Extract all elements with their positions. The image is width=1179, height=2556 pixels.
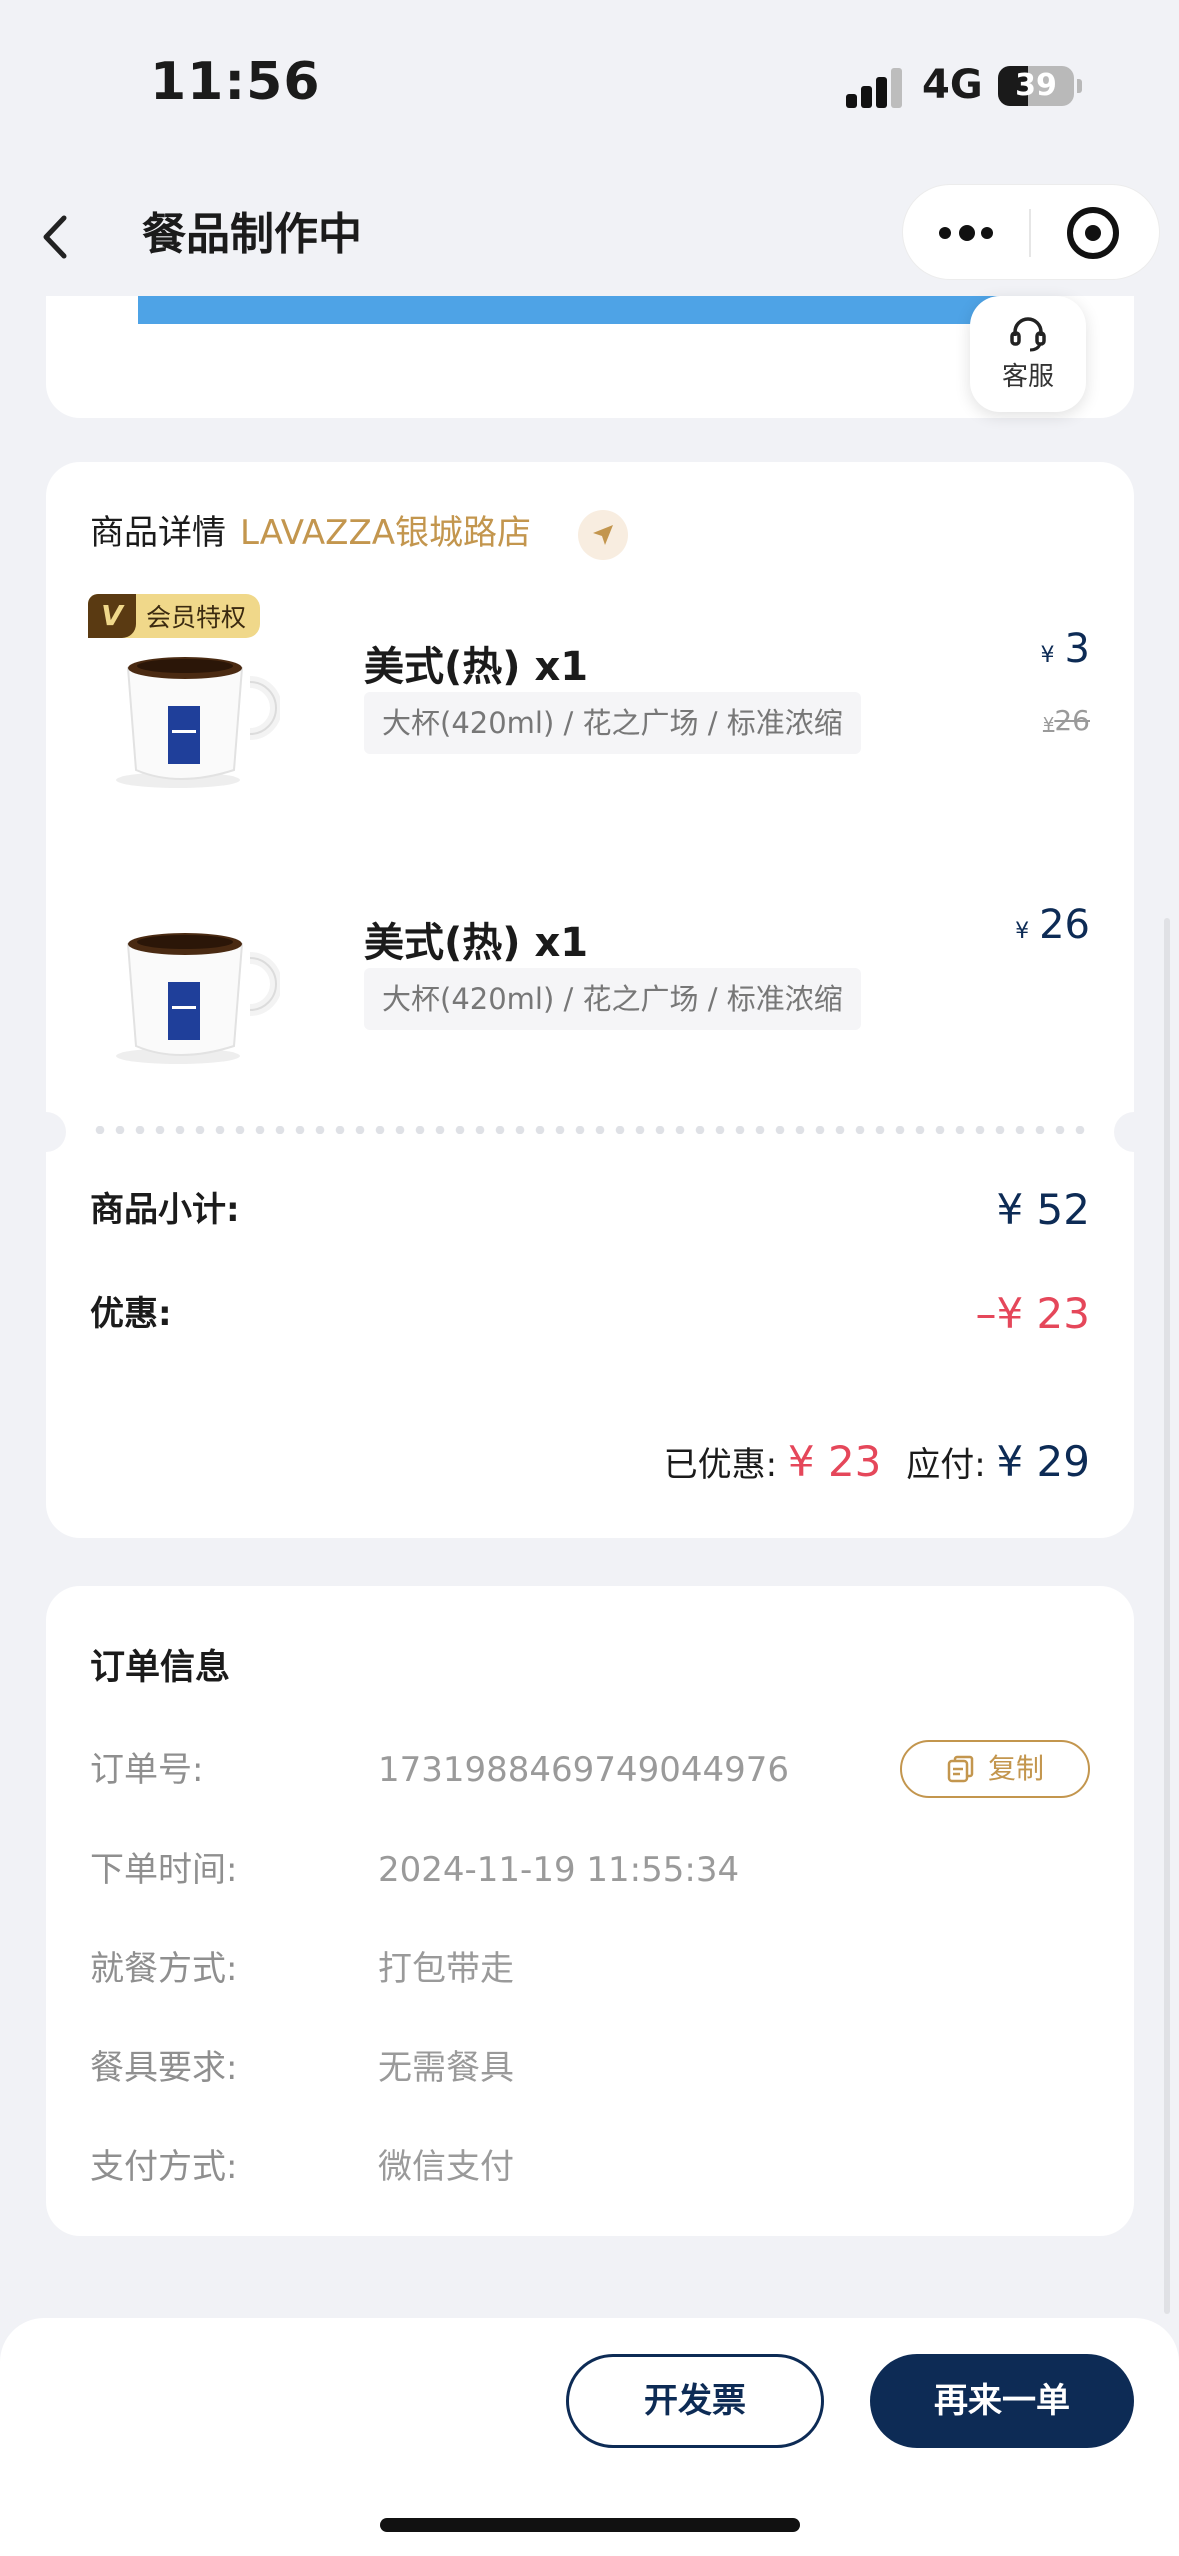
miniprogram-capsule <box>902 184 1160 280</box>
dining-mode-label: 就餐方式: <box>90 1949 238 1989</box>
discount-value: –¥ 23 <box>975 1289 1090 1338</box>
discount-row: 优惠: –¥ 23 <box>90 1284 1090 1344</box>
dining-mode-value: 打包带走 <box>378 1949 514 1989</box>
price-value: 26 <box>1039 902 1090 948</box>
battery-tip <box>1077 79 1082 93</box>
order-number-value: 1731988469749044976 <box>378 1750 790 1790</box>
order-info-card: 订单信息 订单号: 1731988469749044976 复制 下单时间: 2… <box>46 1586 1134 2236</box>
payment-method-value: 微信支付 <box>378 2147 514 2187</box>
order-time-row: 下单时间: 2024-11-19 11:55:34 <box>90 1840 1090 1900</box>
more-icon[interactable] <box>939 223 997 243</box>
store-name[interactable]: LAVAZZA银城路店 <box>240 513 531 553</box>
battery-icon: 39 <box>998 66 1074 106</box>
product-spec: 大杯(420ml) / 花之广场 / 标准浓缩 <box>364 692 861 754</box>
goods-card: 商品详情 LAVAZZA银城路店 V 会员特权 美式(热) x1 大杯(420ml)… <box>26 462 1154 1538</box>
capsule-divider <box>1029 209 1031 257</box>
battery-level: 39 <box>1015 68 1057 103</box>
product-name: 美式(热) x1 <box>364 920 589 966</box>
page-title: 餐品制作中 <box>142 209 362 260</box>
dotted-divider <box>90 1126 1090 1134</box>
payable-label: 应付: <box>906 1445 986 1485</box>
copy-label: 复制 <box>987 1752 1044 1785</box>
order-time-label: 下单时间: <box>90 1850 238 1890</box>
subtotal-row: 商品小计: ¥ 52 <box>90 1180 1090 1240</box>
product-price: ¥3 <box>1041 626 1090 672</box>
goods-title: 商品详情 <box>90 513 226 553</box>
status-time: 11:56 <box>150 52 321 112</box>
scrollbar[interactable] <box>1164 918 1170 2314</box>
order-number-row: 订单号: 1731988469749044976 复制 <box>90 1740 1090 1800</box>
original-currency-symbol: ¥ <box>1042 714 1055 735</box>
price-value: 3 <box>1064 626 1090 672</box>
product-name: 美式(热) x1 <box>364 644 589 690</box>
home-indicator[interactable] <box>380 2518 800 2532</box>
copy-icon <box>947 1755 974 1783</box>
cutlery-row: 餐具要求: 无需餐具 <box>90 2038 1090 2098</box>
cutlery-label: 餐具要求: <box>90 2048 238 2088</box>
subtotal-value: ¥ 52 <box>996 1185 1090 1234</box>
order-info-title: 订单信息 <box>90 1648 231 1688</box>
customer-service-label: 客服 <box>1001 362 1054 392</box>
payment-method-row: 支付方式: 微信支付 <box>90 2137 1090 2197</box>
currency-symbol: ¥ <box>1015 919 1030 944</box>
bottom-action-bar: 开发票 再来一单 <box>0 2318 1179 2556</box>
goods-header: 商品详情 LAVAZZA银城路店 <box>90 508 531 558</box>
payable-value: ¥ 29 <box>996 1437 1090 1486</box>
copy-button[interactable]: 复制 <box>900 1740 1090 1798</box>
vip-letter: V <box>88 594 136 638</box>
headset-icon <box>1008 314 1048 354</box>
back-icon[interactable] <box>36 212 76 262</box>
saved-value: ¥ 23 <box>787 1437 882 1486</box>
coffee-cup-image: V 会员特权 <box>88 594 282 792</box>
product-spec: 大杯(420ml) / 花之广场 / 标准浓缩 <box>364 968 861 1030</box>
ticket-notch-right <box>1114 1112 1154 1152</box>
original-price: ¥26 <box>1043 704 1090 737</box>
status-bar: 11:56 4G 39 <box>0 0 1179 170</box>
product-price: ¥26 <box>1015 902 1090 948</box>
customer-service-button[interactable]: 客服 <box>970 296 1086 412</box>
member-privilege-badge: V 会员特权 <box>88 594 261 638</box>
order-time-value: 2024-11-19 11:55:34 <box>378 1850 740 1890</box>
close-miniprogram-icon[interactable] <box>1067 207 1119 259</box>
navigate-icon[interactable] <box>578 510 628 560</box>
ticket-notch-left <box>26 1112 66 1152</box>
currency-symbol: ¥ <box>1040 643 1055 668</box>
signal-icon <box>846 68 902 108</box>
coffee-cup-image <box>90 878 282 1068</box>
nav-bar: 餐品制作中 <box>0 170 1179 305</box>
discount-label: 优惠: <box>90 1294 172 1334</box>
product-item[interactable]: V 会员特权 美式(热) x1 大杯(420ml) / 花之广场 / 标准浓缩 ¥… <box>88 594 1090 802</box>
saved-label: 已优惠: <box>663 1445 778 1485</box>
payment-method-label: 支付方式: <box>90 2147 238 2187</box>
subtotal-label: 商品小计: <box>90 1190 240 1230</box>
reorder-button[interactable]: 再来一单 <box>870 2354 1134 2448</box>
network-type: 4G <box>922 62 983 108</box>
invoice-button[interactable]: 开发票 <box>566 2354 824 2448</box>
original-price-value: 26 <box>1054 704 1090 737</box>
dining-mode-row: 就餐方式: 打包带走 <box>90 1939 1090 1999</box>
map-image <box>138 296 1018 324</box>
product-item[interactable]: 美式(热) x1 大杯(420ml) / 花之广场 / 标准浓缩 ¥26 <box>90 878 1090 1078</box>
member-privilege-label: 会员特权 <box>146 603 247 632</box>
cutlery-value: 无需餐具 <box>378 2048 514 2088</box>
total-line: 已优惠: ¥ 23 应付: ¥ 29 <box>664 1432 1090 1495</box>
order-number-label: 订单号: <box>90 1750 204 1790</box>
